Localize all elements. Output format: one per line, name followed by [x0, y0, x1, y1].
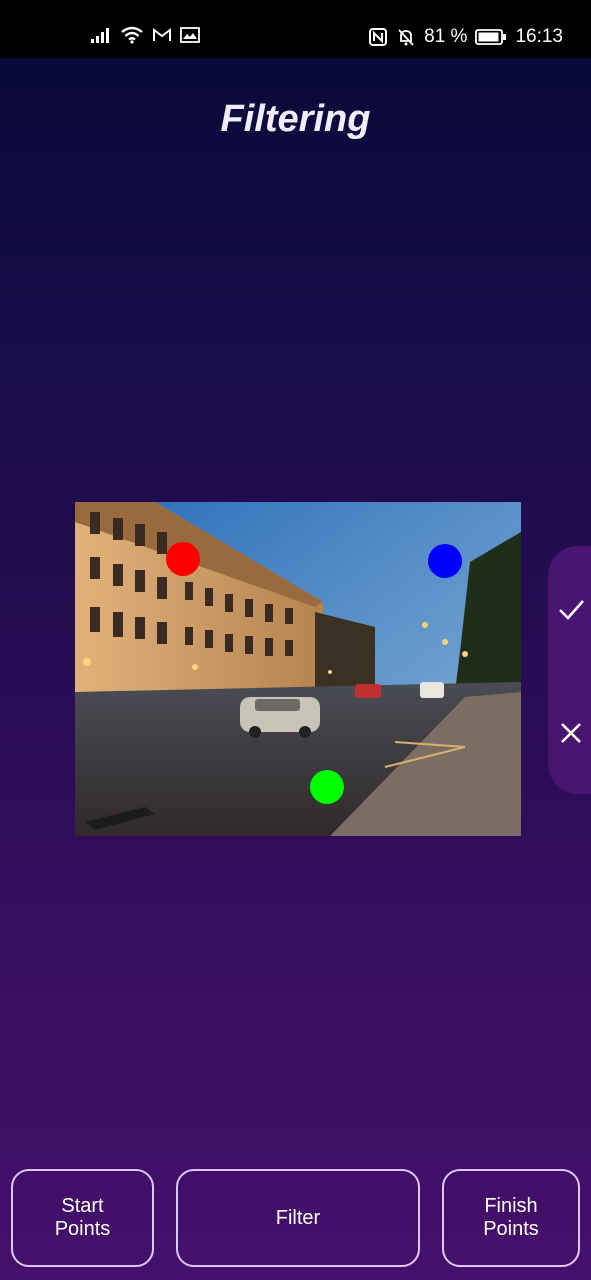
filter-button[interactable]: Filter	[176, 1169, 420, 1267]
wifi-icon	[121, 26, 143, 44]
finish-points-button[interactable]: Finish Points	[442, 1169, 580, 1267]
green-marker[interactable]	[310, 770, 344, 804]
side-action-panel	[548, 546, 591, 794]
close-icon	[561, 723, 581, 743]
status-bar: 81 % 16:13	[0, 0, 591, 58]
blue-marker[interactable]	[428, 544, 462, 578]
clock: 16:13	[515, 26, 563, 47]
status-icons-right: 81 % 16:13	[368, 26, 563, 48]
red-marker[interactable]	[166, 542, 200, 576]
battery-icon	[475, 29, 507, 45]
street-photo[interactable]	[75, 502, 521, 836]
status-icons-left	[90, 26, 200, 44]
cancel-button[interactable]	[556, 718, 586, 748]
gmail-icon	[153, 28, 171, 41]
check-icon	[559, 600, 584, 620]
start-points-button[interactable]: Start Points	[11, 1169, 154, 1267]
photo-notification-icon	[180, 27, 200, 43]
bell-muted-icon	[398, 29, 414, 46]
battery-percent: 81 %	[424, 26, 468, 47]
signal-icon	[91, 28, 109, 43]
page-title: Filtering	[220, 98, 371, 140]
confirm-button[interactable]	[556, 594, 586, 624]
nfc-icon	[369, 28, 388, 46]
